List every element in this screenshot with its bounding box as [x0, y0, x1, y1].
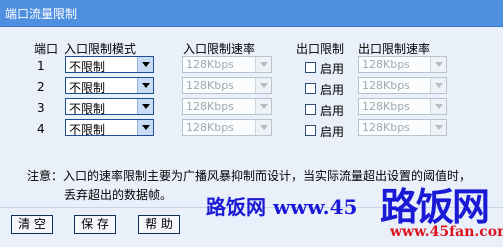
chevron-down-icon: [430, 57, 446, 72]
inbound-rate-select[interactable]: 128Kbps: [182, 119, 272, 136]
clear-button[interactable]: 清 空: [11, 215, 53, 234]
help-button[interactable]: 帮 助: [138, 215, 180, 234]
outbound-rate-select[interactable]: 128Kbps: [358, 77, 447, 94]
enable-label: 启用: [320, 83, 345, 97]
header-inbound-mode: 入口限制模式: [64, 42, 137, 56]
title-bar: 端口流量限制: [0, 0, 503, 27]
chevron-down-icon: [430, 78, 446, 93]
select-value: 128Kbps: [186, 58, 234, 71]
select-value: 不限制: [69, 81, 106, 95]
note-line-2: 丢弃超出的数据帧。: [64, 188, 173, 202]
chevron-down-icon: [137, 57, 153, 72]
outbound-enable-checkbox[interactable]: [305, 125, 316, 136]
outbound-rate-select[interactable]: 128Kbps: [358, 56, 447, 73]
select-value: 不限制: [69, 123, 106, 137]
outbound-enable-checkbox[interactable]: [305, 104, 316, 115]
select-value: 128Kbps: [186, 121, 234, 134]
header-port: 端口: [34, 42, 59, 56]
watermark-text: 路饭网 www.45: [206, 195, 358, 219]
port-number: 3: [37, 101, 45, 115]
watermark-url: www.45fan.com: [390, 224, 503, 240]
chevron-down-icon: [137, 120, 153, 135]
header-outbound-limit: 出口限制: [296, 42, 345, 56]
chevron-down-icon: [255, 99, 271, 114]
port-number: 4: [37, 122, 45, 136]
select-value: 128Kbps: [186, 100, 234, 113]
outbound-enable-checkbox[interactable]: [305, 62, 316, 73]
select-value: 不限制: [69, 60, 106, 74]
outbound-rate-select[interactable]: 128Kbps: [358, 98, 447, 115]
chevron-down-icon: [255, 120, 271, 135]
select-value: 128Kbps: [362, 121, 410, 134]
inbound-mode-select[interactable]: 不限制: [65, 56, 154, 74]
inbound-mode-select[interactable]: 不限制: [65, 98, 154, 116]
chevron-down-icon: [430, 120, 446, 135]
enable-label: 启用: [320, 62, 345, 76]
select-value: 128Kbps: [362, 58, 410, 71]
page-title: 端口流量限制: [5, 7, 78, 21]
inbound-rate-select[interactable]: 128Kbps: [182, 77, 272, 94]
enable-label: 启用: [320, 125, 345, 139]
chevron-down-icon: [255, 57, 271, 72]
port-number: 1: [37, 59, 45, 73]
outbound-enable-checkbox[interactable]: [305, 83, 316, 94]
chevron-down-icon: [255, 78, 271, 93]
outbound-rate-select[interactable]: 128Kbps: [358, 119, 447, 136]
select-value: 128Kbps: [362, 79, 410, 92]
select-value: 不限制: [69, 102, 106, 116]
chevron-down-icon: [137, 99, 153, 114]
chevron-down-icon: [137, 78, 153, 93]
enable-label: 启用: [320, 104, 345, 118]
select-value: 128Kbps: [186, 79, 234, 92]
save-button[interactable]: 保 存: [74, 215, 116, 234]
port-number: 2: [37, 80, 45, 94]
select-value: 128Kbps: [362, 100, 410, 113]
header-outbound-rate: 出口限制速率: [358, 42, 431, 56]
header-inbound-rate: 入口限制速率: [183, 42, 256, 56]
inbound-mode-select[interactable]: 不限制: [65, 77, 154, 95]
inbound-mode-select[interactable]: 不限制: [65, 119, 154, 137]
watermark-logo: 路饭网: [380, 184, 490, 229]
chevron-down-icon: [430, 99, 446, 114]
inbound-rate-select[interactable]: 128Kbps: [182, 56, 272, 73]
inbound-rate-select[interactable]: 128Kbps: [182, 98, 272, 115]
